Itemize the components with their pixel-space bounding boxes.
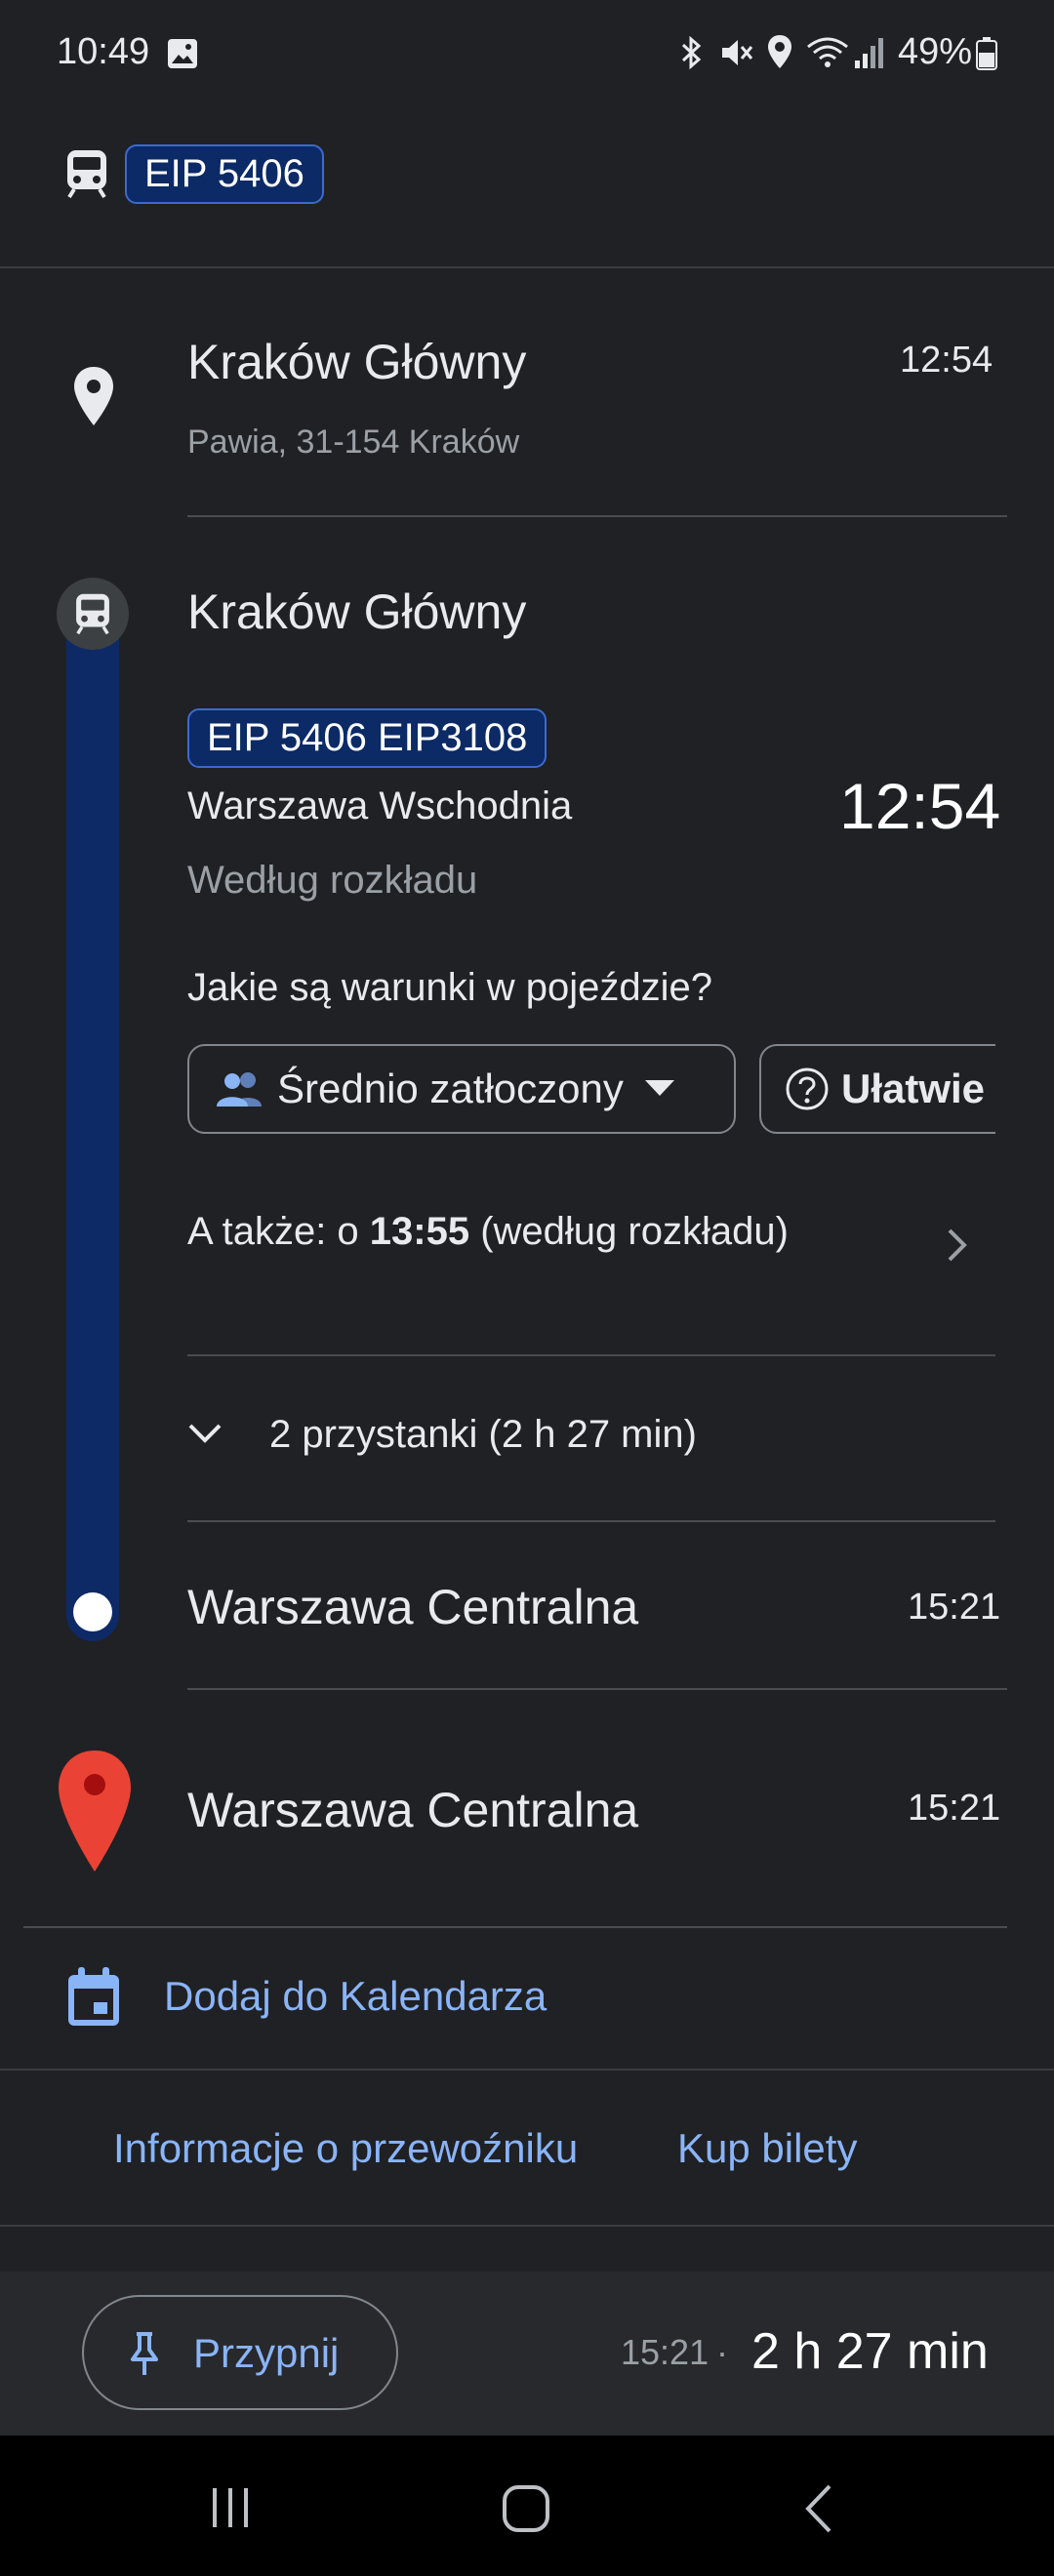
red-map-pin-icon xyxy=(59,1751,131,1872)
buy-tickets-link[interactable]: Kup bilety xyxy=(677,2125,857,2172)
recent-apps-icon[interactable] xyxy=(207,2484,254,2531)
divider xyxy=(187,1354,995,1356)
train-icon xyxy=(67,150,106,199)
arrival-station: Warszawa Centralna xyxy=(187,1580,639,1634)
stops-expander[interactable]: 2 przystanki (2 h 27 min) xyxy=(187,1405,997,1473)
also-departure-row[interactable]: A także: o 13:55 (według rozkładu) xyxy=(187,1210,997,1278)
wifi-icon xyxy=(807,37,848,67)
location-icon xyxy=(768,35,791,68)
divider xyxy=(0,2225,1054,2227)
conditions-question: Jakie są warunki w pojeździe? xyxy=(187,966,713,1009)
stops-summary: 2 przystanki (2 h 27 min) xyxy=(269,1413,697,1456)
status-bar: 10:49 49% xyxy=(0,0,1054,107)
schedule-status: Według rozkładu xyxy=(187,859,478,902)
departure-station: Kraków Główny xyxy=(187,584,527,639)
help-icon xyxy=(786,1067,829,1110)
chevron-right-icon xyxy=(948,1228,967,1262)
transit-line xyxy=(66,605,119,1641)
destination-name: Warszawa Centralna xyxy=(187,1783,639,1837)
crowding-chip[interactable]: Średnio zatłoczony xyxy=(187,1044,736,1134)
home-icon[interactable] xyxy=(502,2484,550,2533)
divider xyxy=(187,515,1007,517)
pin-button[interactable]: Przypnij xyxy=(82,2295,398,2410)
train-icon xyxy=(76,593,109,635)
also-time: 13:55 xyxy=(369,1210,470,1253)
divider xyxy=(0,2069,1054,2071)
bluetooth-icon xyxy=(681,35,702,70)
bottom-arrival-time: 15:21 xyxy=(621,2332,709,2372)
signal-icon xyxy=(855,38,883,68)
back-icon[interactable] xyxy=(800,2482,835,2535)
chevron-down-icon xyxy=(188,1424,222,1443)
also-prefix: A także: o xyxy=(187,1210,370,1253)
accessibility-chip[interactable]: Ułatwie xyxy=(759,1044,995,1134)
train-stop-marker xyxy=(57,578,129,650)
operator-info-link[interactable]: Informacje o przewoźniku xyxy=(113,2125,578,2172)
also-suffix: (według rozkładu) xyxy=(469,1210,789,1253)
calendar-icon xyxy=(68,1967,119,2026)
also-label: A także: o 13:55 (według rozkładu) xyxy=(187,1210,789,1253)
route-badge: EIP 5406 xyxy=(125,144,324,204)
divider xyxy=(187,1520,995,1522)
add-calendar-link[interactable]: Dodaj do Kalendarza xyxy=(164,1973,547,2020)
gallery-icon xyxy=(168,39,197,68)
crowding-label: Średnio zatłoczony xyxy=(277,1066,624,1111)
separator-dot: · xyxy=(716,2332,728,2372)
arrival-time: 15:21 xyxy=(908,1587,1001,1628)
add-calendar-row[interactable]: Dodaj do Kalendarza xyxy=(0,1928,1054,2069)
departure-time: 12:54 xyxy=(839,770,1001,842)
battery-percent: 49% xyxy=(898,31,973,72)
origin-address: Pawia, 31-154 Kraków xyxy=(187,423,520,461)
accessibility-chip-clip: Ułatwie xyxy=(759,1044,995,1134)
system-nav-bar xyxy=(0,2435,1054,2576)
accessibility-label: Ułatwie xyxy=(841,1066,986,1111)
route-header: EIP 5406 xyxy=(0,107,1054,268)
people-icon xyxy=(217,1072,262,1107)
status-time: 10:49 xyxy=(57,31,150,72)
place-pin-icon xyxy=(74,367,113,425)
battery-icon xyxy=(976,37,997,70)
mute-icon xyxy=(722,40,753,65)
headsign: Warszawa Wschodnia xyxy=(187,785,573,827)
train-badge: EIP 5406 EIP3108 xyxy=(187,708,547,768)
arrival-stop-dot xyxy=(73,1592,112,1631)
dropdown-arrow-icon xyxy=(644,1080,674,1096)
pin-icon xyxy=(131,2332,158,2375)
trip-duration: 2 h 27 min xyxy=(751,2323,989,2380)
divider xyxy=(187,1688,1007,1690)
origin-name: Kraków Główny xyxy=(187,335,527,389)
origin-time: 12:54 xyxy=(900,340,993,381)
destination-time: 15:21 xyxy=(908,1788,1001,1829)
pin-label: Przypnij xyxy=(193,2330,340,2376)
bottom-action-bar: Przypnij 15:21 · 2 h 27 min xyxy=(0,2272,1054,2435)
